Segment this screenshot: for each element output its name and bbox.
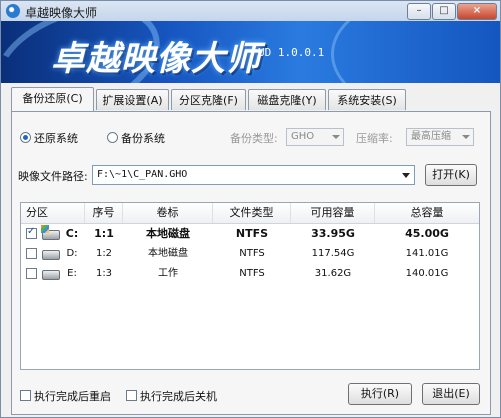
shutdown-after-checkbox[interactable] [126, 390, 137, 401]
open-button[interactable]: 打开(K) [425, 164, 477, 186]
row-checkbox[interactable] [26, 268, 37, 279]
system-drive-icon [41, 225, 60, 240]
table-row[interactable]: C: 1:1 本地磁盘 NTFS 33.95G 45.00G [21, 224, 479, 244]
exit-button[interactable]: 退出(E) [422, 383, 480, 405]
free-space-cell: 33.95G [311, 227, 355, 240]
shutdown-after-label[interactable]: 执行完成后关机 [140, 388, 217, 404]
hard-drive-icon [42, 270, 60, 280]
tab-system-install[interactable]: 系统安装(S) [328, 89, 406, 110]
backup-system-radio[interactable] [107, 132, 118, 143]
hard-drive-icon [42, 250, 60, 260]
compression-value: 最高压缩 [411, 131, 451, 142]
row-checkbox[interactable] [26, 226, 37, 239]
table-row[interactable]: E: 1:3 工作 NTFS 31.62G 140.01G [21, 264, 479, 284]
backup-type-label: 备份类型: [230, 132, 278, 145]
chevron-down-icon [462, 135, 470, 139]
total-size-cell: 141.01G [405, 248, 449, 259]
index-cell: 1:1 [94, 227, 114, 240]
table-header: 分区 序号 卷标 文件类型 可用容量 总容量 [21, 203, 479, 224]
version-label: UD 1.0.0.1 [258, 46, 325, 59]
title-bar[interactable]: 卓越映像大师 – □ × [1, 1, 500, 21]
free-space-cell: 117.54G [311, 248, 355, 259]
column-header-file-type[interactable]: 文件类型 [213, 203, 291, 223]
row-checkbox[interactable] [26, 248, 37, 259]
maximize-button[interactable]: □ [432, 3, 456, 20]
partition-cell: D: [66, 248, 78, 259]
volume-label-cell: 本地磁盘 [148, 248, 188, 259]
reboot-after-label[interactable]: 执行完成后重启 [34, 388, 111, 404]
column-header-partition[interactable]: 分区 [21, 203, 85, 223]
volume-label-cell: 工作 [158, 268, 178, 279]
banner-arc-decoration [331, 21, 500, 83]
column-header-volume-label[interactable]: 卷标 [123, 203, 213, 223]
app-icon [6, 4, 20, 18]
compression-label: 压缩率: [356, 132, 393, 145]
chevron-down-icon[interactable] [402, 173, 410, 178]
image-path-value: F:\~1\C_PAN.GHO [97, 169, 188, 180]
backup-type-select[interactable]: GHO [286, 128, 344, 146]
column-header-free-space[interactable]: 可用容量 [291, 203, 375, 223]
partition-cell: C: [65, 227, 79, 240]
restore-system-label[interactable]: 还原系统 [34, 130, 78, 146]
total-size-cell: 45.00G [405, 227, 449, 240]
tab-extended-settings[interactable]: 扩展设置(A) [96, 89, 169, 110]
index-cell: 1:3 [95, 268, 113, 279]
partition-table: 分区 序号 卷标 文件类型 可用容量 总容量 C: 1:1 本地磁盘 NTFS … [20, 202, 480, 370]
tab-partition-clone[interactable]: 分区克隆(F) [171, 89, 246, 110]
banner: 卓越映像大师 UD 1.0.0.1 [1, 21, 500, 83]
restore-system-radio[interactable] [20, 132, 31, 143]
execute-button[interactable]: 执行(R) [348, 383, 412, 405]
file-type-cell: NTFS [239, 248, 265, 259]
minimize-button[interactable]: – [407, 3, 431, 20]
image-path-label: 映像文件路径: [18, 170, 88, 183]
backup-restore-panel: 还原系统 备份系统 备份类型: GHO 压缩率: 最高压缩 映像文件路径: F:… [11, 111, 491, 415]
banner-logo-text: 卓越映像大师 [51, 39, 261, 79]
table-row[interactable]: D: 1:2 本地磁盘 NTFS 117.54G 141.01G [21, 244, 479, 264]
file-type-cell: NTFS [239, 268, 265, 279]
column-header-total-size[interactable]: 总容量 [375, 203, 479, 223]
tab-backup-restore[interactable]: 备份还原(C) [11, 87, 94, 111]
compression-select[interactable]: 最高压缩 [406, 128, 474, 146]
reboot-after-checkbox[interactable] [20, 390, 31, 401]
file-type-cell: NTFS [235, 227, 269, 240]
close-button[interactable]: × [457, 3, 497, 20]
total-size-cell: 140.01G [405, 268, 449, 279]
free-space-cell: 31.62G [314, 268, 352, 279]
image-path-input[interactable]: F:\~1\C_PAN.GHO [92, 165, 415, 185]
column-header-index[interactable]: 序号 [85, 203, 123, 223]
backup-type-value: GHO [291, 131, 315, 142]
volume-label-cell: 本地磁盘 [146, 227, 190, 240]
window-title: 卓越映像大师 [25, 6, 98, 20]
tab-disk-clone[interactable]: 磁盘克隆(Y) [248, 89, 326, 110]
backup-system-label[interactable]: 备份系统 [121, 130, 165, 146]
partition-cell: E: [67, 268, 77, 279]
chevron-down-icon [332, 135, 340, 139]
app-window: 卓越映像大师 – □ × 卓越映像大师 UD 1.0.0.1 备份还原(C) 扩… [0, 0, 501, 418]
index-cell: 1:2 [95, 248, 113, 259]
